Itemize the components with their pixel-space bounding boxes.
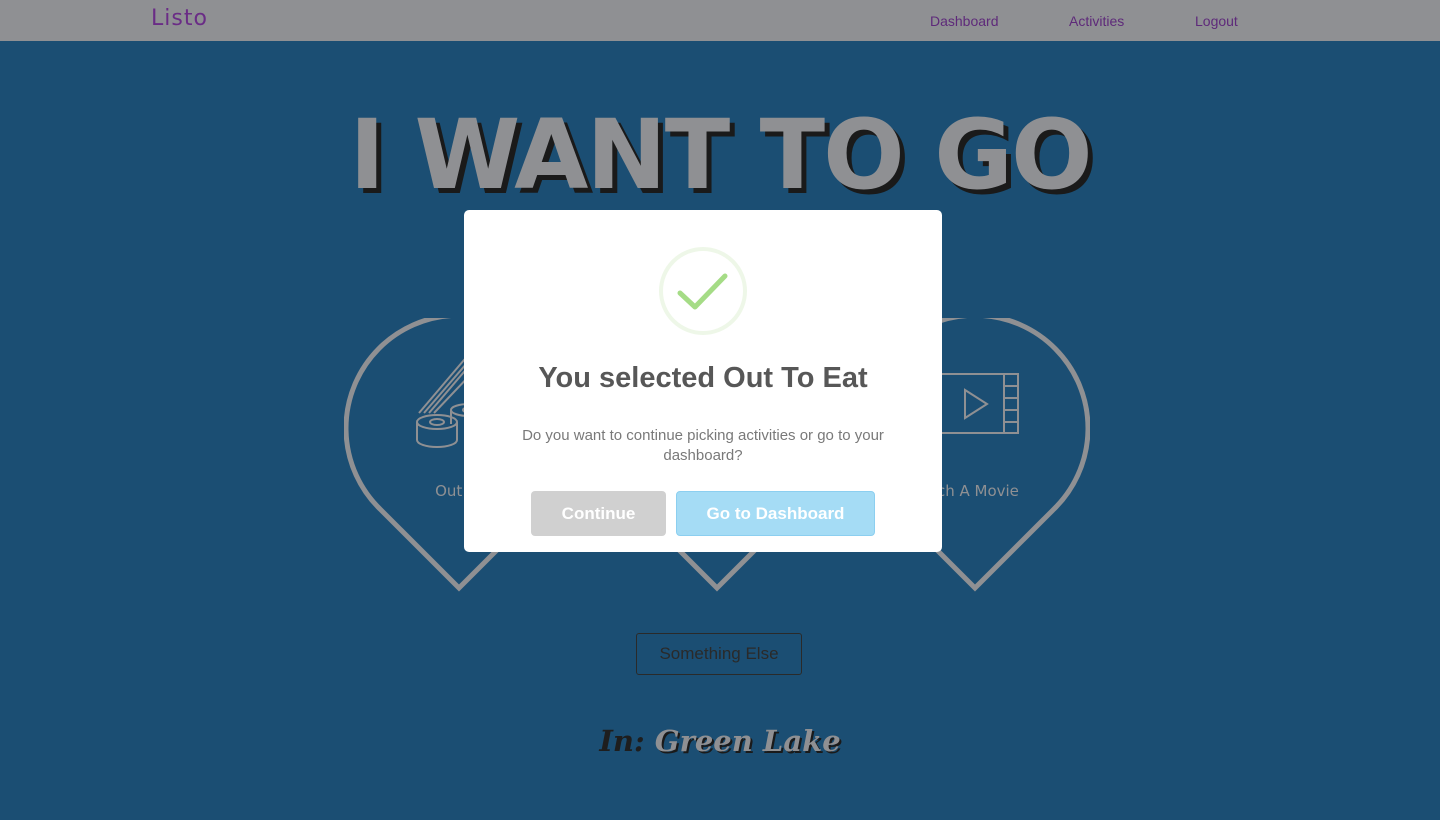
- navbar: Listo Dashboard Activities Logout: [0, 0, 1440, 41]
- something-else-button[interactable]: Something Else: [636, 633, 802, 675]
- checkmark-success-icon: [659, 247, 747, 335]
- brand-name: Listo: [151, 6, 208, 31]
- brand-logo[interactable]: Listo: [151, 6, 208, 31]
- nav-link-dashboard[interactable]: Dashboard: [930, 13, 999, 29]
- continue-button[interactable]: Continue: [531, 491, 666, 536]
- modal-title: You selected Out To Eat: [538, 362, 868, 394]
- confirmation-modal: You selected Out To Eat Do you want to c…: [464, 210, 942, 552]
- modal-message: Do you want to continue picking activiti…: [522, 427, 884, 464]
- page-headline: I WANT TO GO: [349, 99, 1092, 211]
- nav-link-activities[interactable]: Activities: [1069, 13, 1124, 29]
- go-to-dashboard-button[interactable]: Go to Dashboard: [676, 491, 875, 536]
- location-name[interactable]: Green Lake: [655, 724, 841, 758]
- location-line: In: Green Lake: [0, 724, 1440, 758]
- location-prefix: In:: [599, 724, 645, 758]
- nav-link-logout[interactable]: Logout: [1195, 13, 1238, 29]
